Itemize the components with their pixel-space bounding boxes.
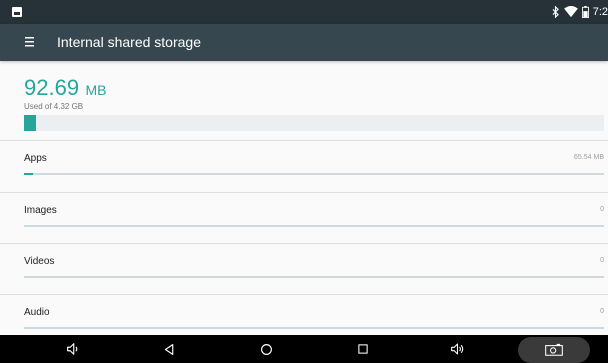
storage-summary: 92.69 MB Used of 4.32 GB xyxy=(0,61,608,141)
category-label: Videos xyxy=(24,256,55,267)
category-usage-bar xyxy=(24,225,604,227)
screenshot-button[interactable] xyxy=(518,337,590,363)
back-icon xyxy=(164,343,173,355)
page-title: Internal shared storage xyxy=(57,34,201,50)
used-caption: Used of 4.32 GB xyxy=(24,102,84,111)
wifi-icon xyxy=(563,6,578,18)
volume-up-icon xyxy=(450,343,463,355)
recents-icon xyxy=(358,344,368,354)
recents-button[interactable] xyxy=(352,338,374,360)
used-amount: 92.69 MB xyxy=(24,75,107,101)
category-usage-bar-fill xyxy=(24,173,33,175)
used-unit: MB xyxy=(85,82,107,98)
battery-icon xyxy=(581,6,589,18)
status-time: 7:2 xyxy=(592,6,608,18)
bluetooth-icon xyxy=(552,6,559,18)
menu-icon xyxy=(25,37,34,47)
category-usage-bar xyxy=(24,327,604,329)
status-bar: 7:2 xyxy=(0,0,608,24)
category-size: 65.54 MB xyxy=(574,154,604,161)
category-label: Images xyxy=(24,205,57,216)
category-size: 0 xyxy=(600,308,604,315)
category-label: Apps xyxy=(24,153,47,164)
storage-screen: 7:2 Internal shared storage 92.69 MB Use… xyxy=(0,0,608,363)
storage-usage-bar xyxy=(24,115,604,131)
home-button[interactable] xyxy=(255,338,277,360)
category-size: 0 xyxy=(600,206,604,213)
back-button[interactable] xyxy=(158,338,180,360)
screenshot-icon xyxy=(545,343,563,356)
navigation-bar xyxy=(0,335,608,363)
category-usage-bar xyxy=(24,276,604,278)
volume-up-button[interactable] xyxy=(446,338,468,360)
storage-usage-bar-fill xyxy=(24,115,37,131)
category-usage-bar xyxy=(24,173,604,175)
category-size: 0 xyxy=(600,257,604,264)
volume-down-icon xyxy=(67,343,78,355)
category-row-apps[interactable]: Apps 65.54 MB xyxy=(0,141,608,192)
menu-button[interactable] xyxy=(22,32,42,52)
status-icons: 7:2 xyxy=(551,4,608,20)
category-row-images[interactable]: Images 0 xyxy=(0,193,608,244)
category-row-videos[interactable]: Videos 0 xyxy=(0,244,608,295)
app-bar: Internal shared storage xyxy=(0,24,608,61)
home-icon xyxy=(260,343,272,355)
volume-down-button[interactable] xyxy=(61,338,83,360)
used-value: 92.69 xyxy=(24,75,80,100)
notification-icon xyxy=(12,7,22,17)
category-label: Audio xyxy=(24,307,50,318)
